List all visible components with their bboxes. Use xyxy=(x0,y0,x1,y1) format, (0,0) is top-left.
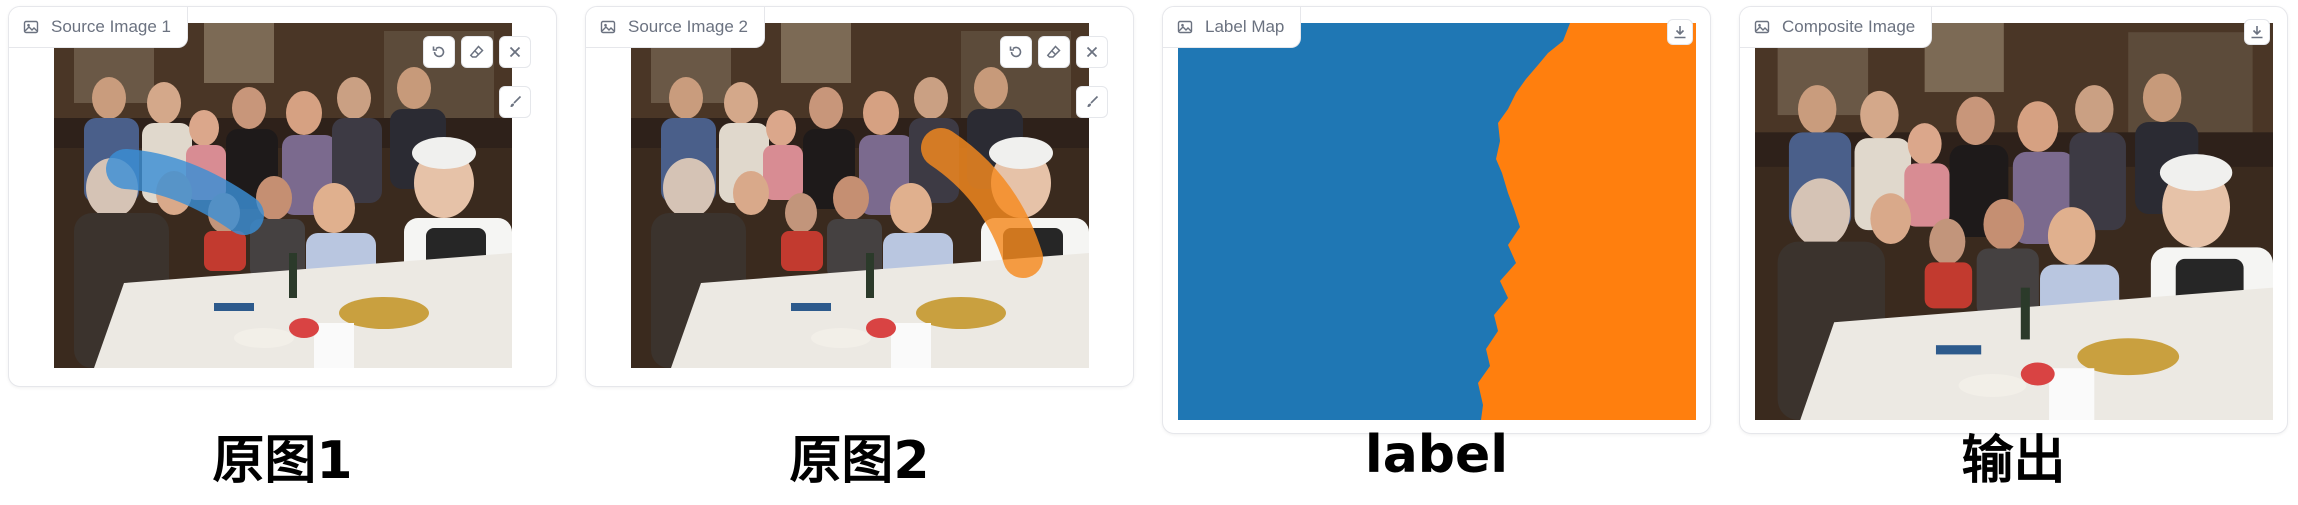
source-image-2-canvas[interactable] xyxy=(631,23,1089,368)
source-image-1-label: Source Image 1 xyxy=(51,17,172,36)
brush-icon xyxy=(507,94,523,110)
image-icon xyxy=(1177,19,1193,35)
download-button[interactable] xyxy=(1667,19,1693,45)
image-icon xyxy=(600,19,616,35)
composite-image-badge: Composite Image xyxy=(1740,7,1933,48)
download-icon xyxy=(1672,24,1688,40)
image-icon xyxy=(23,19,39,35)
undo-button[interactable] xyxy=(423,36,455,68)
label-map-panel: Label Map xyxy=(1162,6,1711,434)
undo-icon xyxy=(431,44,447,60)
eraser-button[interactable] xyxy=(1038,36,1070,68)
label-map-canvas xyxy=(1178,23,1696,420)
close-icon xyxy=(507,44,523,60)
label-map-badge: Label Map xyxy=(1163,7,1302,48)
eraser-icon xyxy=(1046,44,1062,60)
source-image-2-badge: Source Image 2 xyxy=(586,7,766,48)
source-image-2-label: Source Image 2 xyxy=(628,17,749,36)
eraser-button[interactable] xyxy=(461,36,493,68)
composite-image-label: Composite Image xyxy=(1782,17,1916,36)
caption-source-image-1: 原图1 xyxy=(212,430,353,491)
caption-source-image-2: 原图2 xyxy=(789,430,930,491)
undo-button[interactable] xyxy=(1000,36,1032,68)
close-button[interactable] xyxy=(499,36,531,68)
composite-image-canvas xyxy=(1755,23,2273,420)
download-button[interactable] xyxy=(2244,19,2270,45)
brush-button[interactable] xyxy=(1076,86,1108,118)
close-icon xyxy=(1084,44,1100,60)
source-image-1-panel[interactable]: Source Image 1 xyxy=(8,6,557,387)
label-map-label: Label Map xyxy=(1205,17,1285,36)
undo-icon xyxy=(1008,44,1024,60)
eraser-icon xyxy=(469,44,485,60)
source-image-2-panel[interactable]: Source Image 2 xyxy=(585,6,1134,387)
image-icon xyxy=(1754,19,1770,35)
download-icon xyxy=(2249,24,2265,40)
close-button[interactable] xyxy=(1076,36,1108,68)
caption-composite: 输出 xyxy=(1961,430,2066,491)
source-image-1-canvas[interactable] xyxy=(54,23,512,368)
brush-button[interactable] xyxy=(499,86,531,118)
source-image-1-badge: Source Image 1 xyxy=(9,7,189,48)
caption-label-map: label xyxy=(1364,425,1509,485)
composite-image-panel: Composite Image xyxy=(1739,6,2288,434)
brush-icon xyxy=(1084,94,1100,110)
